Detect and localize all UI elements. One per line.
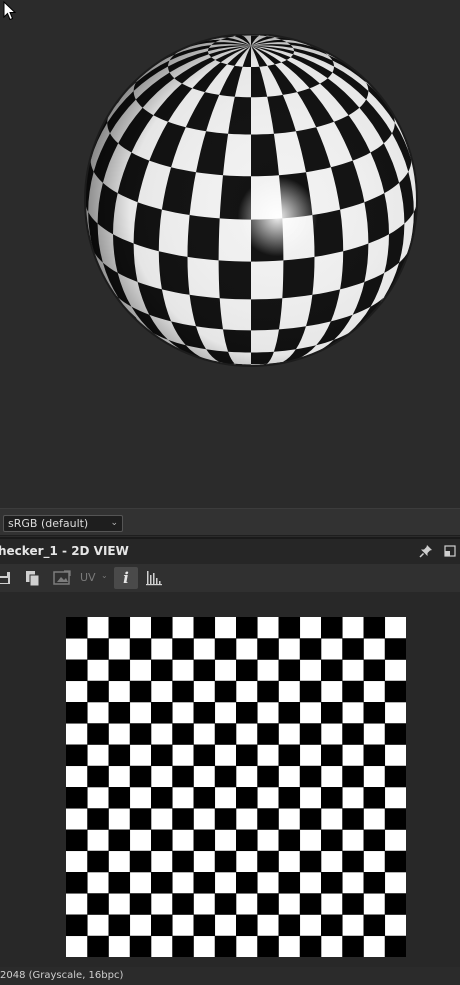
status-bar: 2048 (Grayscale, 16bpc) <box>0 967 460 985</box>
checker-texture <box>66 617 406 957</box>
2d-view-canvas[interactable] <box>0 592 460 967</box>
copy-icon[interactable] <box>24 567 42 589</box>
histogram-icon[interactable] <box>145 567 163 589</box>
image-refresh-icon[interactable] <box>51 567 73 589</box>
colorspace-select[interactable]: sRGB (default) ⌄ <box>3 515 123 532</box>
texture-info-status: 2048 (Grayscale, 16bpc) <box>0 970 124 981</box>
save-icon[interactable] <box>0 567 12 589</box>
colorspace-bar: sRGB (default) ⌄ <box>0 508 460 536</box>
info-button[interactable]: i <box>114 567 138 589</box>
chevron-down-icon: ⌄ <box>110 518 118 528</box>
chevron-down-icon[interactable]: ⌄ <box>101 571 108 580</box>
toolbar: UV ⌄ i <box>0 564 460 592</box>
maximize-icon[interactable] <box>444 545 456 557</box>
3d-viewport[interactable] <box>0 0 460 508</box>
colorspace-selected-value: sRGB (default) <box>8 517 89 530</box>
arrow-cursor-icon <box>3 1 17 21</box>
uv-selector-label[interactable]: UV <box>80 571 96 584</box>
panel-title: hecker_1 - 2D VIEW <box>0 544 129 558</box>
checker-sphere <box>84 34 418 367</box>
panel-header: hecker_1 - 2D VIEW <box>0 537 460 564</box>
pin-icon[interactable] <box>419 544 433 558</box>
info-icon: i <box>123 569 129 587</box>
